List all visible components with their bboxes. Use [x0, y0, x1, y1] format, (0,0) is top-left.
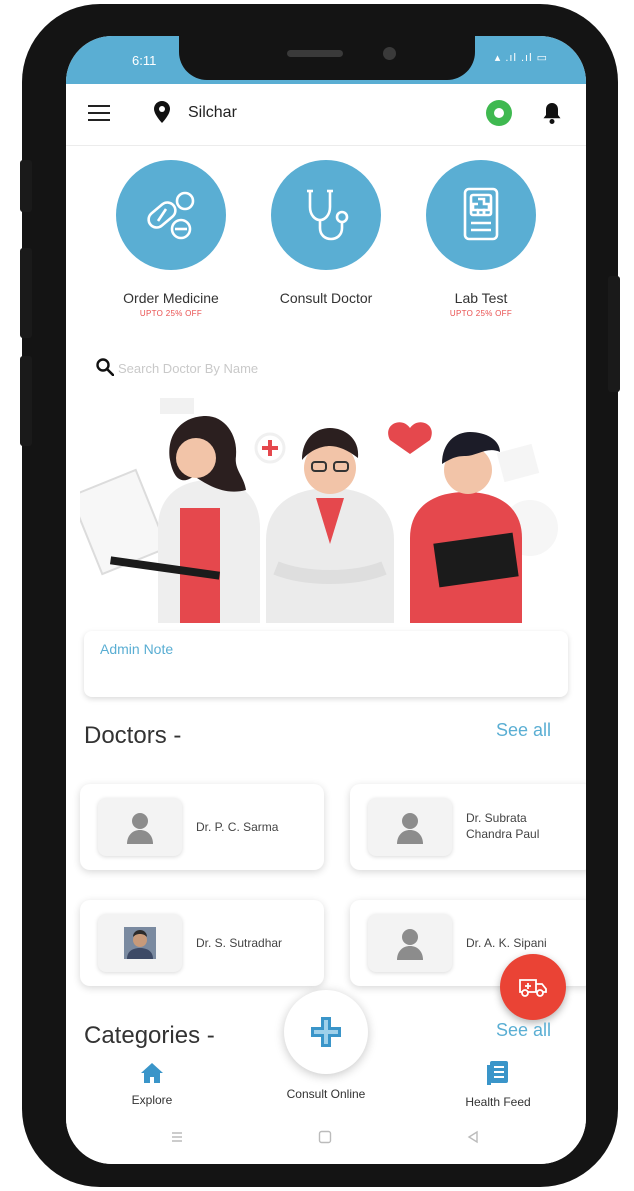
- whatsapp-icon[interactable]: [486, 100, 512, 126]
- status-time: 6:11: [132, 53, 157, 68]
- speaker-grille: [287, 50, 343, 57]
- doctor-name: Dr. S. Sutradhar: [196, 936, 283, 950]
- service-lab-test[interactable]: Lab Test UPTO 25% OFF: [406, 160, 556, 318]
- camera-notch: [179, 36, 475, 80]
- mute-switch: [20, 160, 32, 212]
- doctors-section-title: Doctors -: [84, 722, 182, 749]
- doctor-card[interactable]: Dr. Subrata Chandra Paul: [350, 784, 586, 870]
- doctor-search[interactable]: [94, 354, 554, 382]
- app-screen: 6:11 ▴ .ıl .ıl ▭ Silchar Order Medicine …: [66, 36, 586, 1164]
- search-icon: [96, 358, 114, 376]
- doctors-illustration: [80, 398, 558, 623]
- doctor-avatar-placeholder: [98, 798, 182, 856]
- doctor-avatar-placeholder: [368, 914, 452, 972]
- service-order-medicine[interactable]: Order Medicine UPTO 25% OFF: [96, 160, 246, 318]
- nav-label: Health Feed: [465, 1095, 531, 1109]
- consult-online-button[interactable]: [284, 990, 368, 1074]
- menu-icon[interactable]: [88, 105, 110, 121]
- consult-online-label: Consult Online: [286, 1087, 366, 1101]
- home-system-icon[interactable]: [318, 1130, 332, 1144]
- doctor-card[interactable]: Dr. P. C. Sarma: [80, 784, 324, 870]
- nav-explore[interactable]: Explore: [92, 1056, 212, 1107]
- health-feed-icon: [487, 1061, 508, 1085]
- service-label: Order Medicine: [123, 290, 219, 306]
- volume-up-button: [20, 248, 32, 338]
- nav-health-feed[interactable]: Health Feed: [438, 1056, 558, 1109]
- app-header: Silchar: [66, 84, 586, 146]
- service-consult-doctor[interactable]: Consult Doctor: [251, 160, 401, 306]
- service-label: Consult Doctor: [279, 290, 373, 306]
- doctor-avatar-placeholder: [368, 798, 452, 856]
- doctor-name: Dr. A. K. Sipani: [466, 936, 547, 950]
- consult-doctor-circle: [271, 160, 381, 270]
- service-offer: UPTO 25% OFF: [449, 309, 513, 318]
- back-icon[interactable]: [466, 1130, 480, 1144]
- service-label: Lab Test: [454, 290, 508, 306]
- front-camera: [383, 47, 396, 60]
- recent-apps-icon[interactable]: [170, 1130, 184, 1144]
- lab-report-icon: [463, 187, 499, 241]
- admin-note-card[interactable]: Admin Note: [84, 631, 568, 697]
- service-offer: UPTO 25% OFF: [139, 309, 203, 318]
- person-silhouette-icon: [397, 813, 423, 844]
- nav-label: Explore: [131, 1093, 173, 1107]
- admin-note-title: Admin Note: [100, 641, 174, 657]
- categories-see-all-link[interactable]: See all: [496, 1020, 551, 1041]
- search-input[interactable]: [118, 356, 538, 380]
- doctor-name-line2: Chandra Paul: [466, 827, 540, 841]
- order-medicine-circle: [116, 160, 226, 270]
- ambulance-button[interactable]: [500, 954, 566, 1020]
- doctor-name: Dr. P. C. Sarma: [196, 820, 279, 834]
- person-silhouette-icon: [397, 929, 423, 960]
- location-label[interactable]: Silchar: [188, 104, 237, 122]
- person-silhouette-icon: [127, 813, 153, 844]
- medical-cross-icon: [311, 1017, 341, 1047]
- lab-test-circle: [426, 160, 536, 270]
- home-icon: [141, 1063, 163, 1083]
- doctor-photo: [98, 914, 182, 972]
- bell-icon[interactable]: [542, 101, 562, 125]
- doctor-name-line1: Dr. Subrata: [466, 811, 527, 825]
- categories-section-title: Categories -: [84, 1022, 215, 1049]
- power-button: [608, 276, 620, 392]
- pills-icon: [147, 191, 195, 240]
- system-navigation-bar: [66, 1116, 586, 1164]
- status-indicators: ▴ .ıl .ıl ▭: [494, 52, 548, 64]
- stethoscope-icon: [307, 189, 349, 241]
- doctor-portrait-icon: [124, 927, 156, 959]
- volume-down-button: [20, 356, 32, 446]
- location-pin-icon: [154, 101, 170, 123]
- ambulance-icon: [519, 979, 547, 997]
- doctors-see-all-link[interactable]: See all: [496, 720, 551, 741]
- doctor-card[interactable]: Dr. S. Sutradhar: [80, 900, 324, 986]
